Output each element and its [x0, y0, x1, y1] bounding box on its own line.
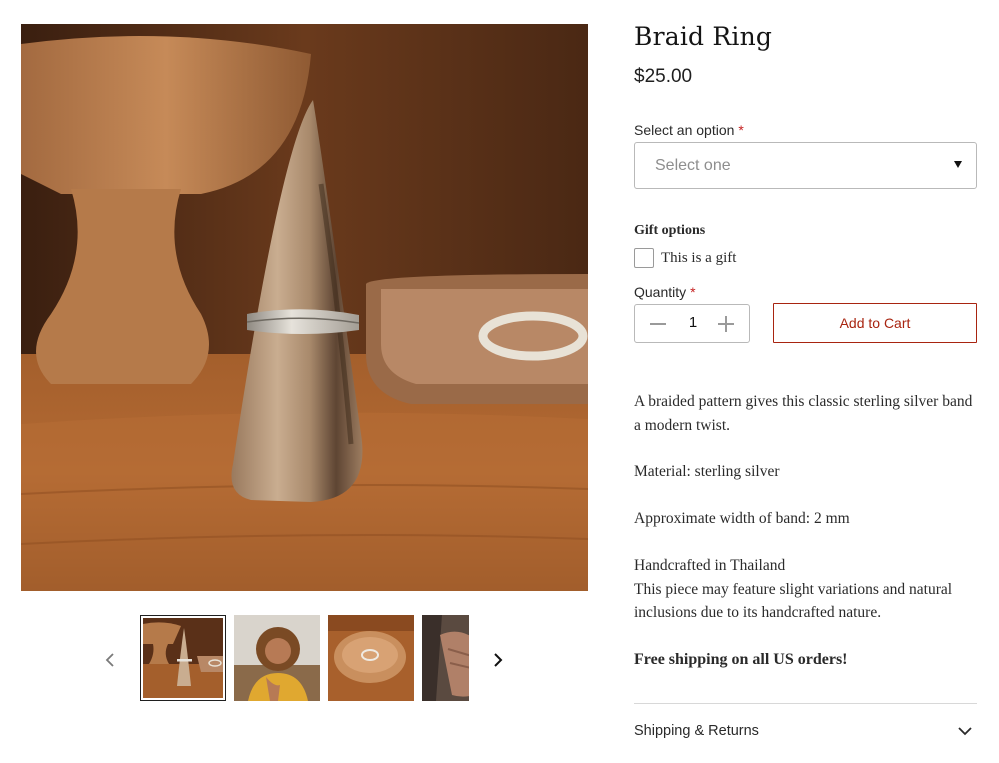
option-label: Select an option * [634, 122, 744, 138]
quantity-label-text: Quantity [634, 284, 687, 300]
craft-origin-text: Handcrafted in Thailand [634, 557, 786, 574]
band-width-text: Approximate width of band: 2 mm [634, 510, 850, 527]
option-select-value: Select one [655, 156, 731, 174]
main-product-image[interactable] [21, 24, 588, 591]
gift-checkbox-label[interactable]: This is a gift [661, 250, 736, 267]
required-mark: * [738, 122, 744, 138]
thumbnail-3[interactable] [328, 615, 414, 701]
description-paragraph: A braided pattern gives this classic ste… [634, 393, 973, 434]
chevron-down-icon [958, 727, 972, 736]
thumbnail-4[interactable] [422, 615, 469, 701]
thumbnail-1[interactable] [140, 615, 226, 701]
chevron-right-icon [494, 653, 503, 667]
material-text: Material: sterling silver [634, 463, 780, 480]
thumbnail-next-button[interactable] [486, 648, 510, 672]
add-to-cart-button[interactable]: Add to Cart [773, 303, 977, 343]
craft-note: Handcrafted in Thailand This piece may f… [634, 554, 979, 625]
thumbnail-strip [140, 615, 469, 701]
product-price: $25.00 [634, 66, 693, 87]
shipping-returns-accordion[interactable]: Shipping & Returns [634, 715, 977, 747]
product-title: Braid Ring [634, 22, 773, 51]
quantity-label: Quantity * [634, 284, 696, 300]
gift-option-row[interactable]: This is a gift [634, 248, 736, 268]
thumbnail-prev-button[interactable] [98, 648, 122, 672]
craft-variation-text: This piece may feature slight variations… [634, 580, 953, 622]
required-mark: * [690, 284, 696, 300]
quantity-input[interactable]: 1 [675, 314, 711, 331]
chevron-left-icon [105, 653, 114, 667]
free-shipping-note: Free shipping on all US orders! [634, 651, 848, 668]
gift-checkbox[interactable] [634, 248, 654, 268]
gift-options-heading: Gift options [634, 223, 706, 238]
thumbnail-2[interactable] [234, 615, 320, 701]
divider [634, 703, 977, 704]
minus-icon[interactable] [649, 315, 667, 333]
plus-icon[interactable] [717, 315, 735, 333]
quantity-stepper: 1 [634, 304, 750, 343]
option-select[interactable]: Select one [634, 142, 977, 189]
accordion-label: Shipping & Returns [634, 723, 759, 739]
caret-down-icon [954, 161, 962, 168]
option-label-text: Select an option [634, 122, 735, 138]
